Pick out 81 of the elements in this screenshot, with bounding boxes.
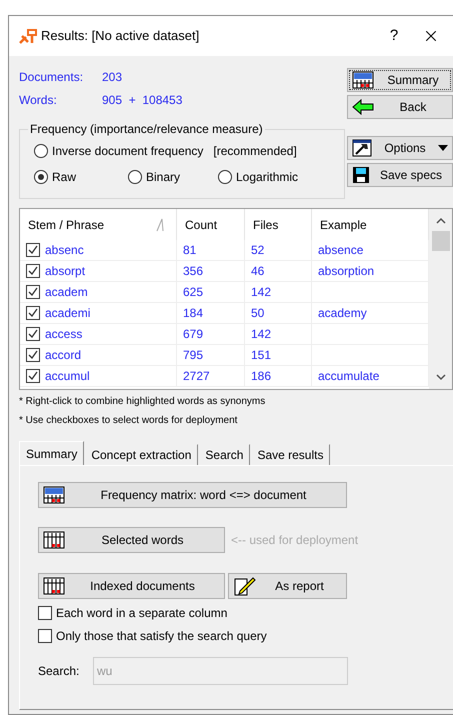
checkbox[interactable] [38,629,52,643]
table-cell-text: 142 [251,284,272,301]
scrollbar[interactable] [429,209,452,389]
left-arrow-icon [352,99,374,115]
radio-label: Raw [52,169,76,186]
column-header[interactable]: Count [177,209,245,240]
radio-button[interactable] [128,170,142,184]
radio-label: Binary [146,169,180,186]
stem-cell-text: absorpt [45,263,86,280]
checkbox[interactable] [26,243,40,257]
table-cell-text: 46 [251,263,264,280]
checkbox[interactable] [26,327,40,341]
recommended-note: [recommended] [213,143,297,160]
summary-grid-icon [352,71,374,89]
pencil-note-icon [233,576,257,596]
stat-value: 905 + 108453 [102,92,182,108]
table-cell-text: 151 [251,347,272,364]
summary-grid-icon [43,486,65,504]
stem-cell-text: academ [45,284,88,301]
table-cell-text: 625 [183,284,204,301]
column-header[interactable]: Files [245,209,312,240]
search-label: Search: [38,663,80,680]
table-cell-text: absorption [318,263,374,280]
sort-indicator-icon [156,218,164,232]
window-title: Results: [No active dataset] [41,27,200,46]
stem-cell-text: access [45,326,82,343]
scrollbar-thumb[interactable] [432,231,450,251]
radio-label: Logarithmic [236,169,298,186]
table-cell-text: 356 [183,263,204,280]
radio-button[interactable] [218,170,232,184]
dropdown-caret-icon [438,145,448,151]
radio-label: Inverse document frequency [52,143,204,160]
stat-value: 203 [102,68,122,86]
checkbox[interactable] [26,264,40,278]
back-button[interactable]: Back [347,95,453,119]
scroll-down-icon[interactable] [436,373,446,381]
table-cell-text: accumulate [318,368,380,385]
table-cell-text: 81 [183,242,196,259]
checkbox-label: Each word in a separate column [56,605,228,622]
deployment-hint: <-- used for deployment [231,532,358,549]
stat-label: Documents: [19,68,84,86]
grid-icon [43,577,65,595]
table-cell-text: 2727 [183,368,210,385]
stem-cell-text: academi [45,305,90,322]
table-cell-text: 679 [183,326,204,343]
summary-button[interactable]: Summary [347,68,453,92]
stem-cell-text: accumul [45,368,90,385]
column-header[interactable]: Example [312,209,429,240]
table-cell-text: 50 [251,305,264,322]
table-cell-text: 186 [251,368,272,385]
radio-button[interactable] [34,144,48,158]
checkbox[interactable] [26,306,40,320]
table-cell-text: 184 [183,305,204,322]
checkbox-label: Only those that satisfy the search query [56,628,267,645]
app-logo-icon [19,28,37,44]
checkbox[interactable] [26,348,40,362]
stem-cell-text: absenc [45,242,84,259]
scroll-up-icon[interactable] [436,217,446,225]
hint-text: * Use checkboxes to select words for deployment [19,414,238,428]
table-cell-text: 142 [251,326,272,343]
table-cell-text: 52 [251,242,264,259]
checkbox[interactable] [26,369,40,383]
tab[interactable]: Summary [19,441,84,465]
help-button[interactable]: ? [379,24,409,48]
frequency-matrix-button[interactable]: Frequency matrix: word <=> document [38,482,347,508]
grid-icon [43,531,65,549]
radio-button[interactable] [34,170,48,184]
checkbox[interactable] [26,285,40,299]
table-cell-text: academy [318,305,367,322]
column-header[interactable]: Stem / Phrase [20,209,177,240]
checkbox[interactable] [38,606,52,620]
selected-words-button[interactable]: Selected words [38,527,225,553]
stat-label: Words: [19,92,58,108]
options-button[interactable]: Options [347,136,453,160]
as-report-button[interactable]: As report [228,573,347,599]
table-cell-text: absence [318,242,364,259]
hint-text: * Right-click to combine highlighted words as synonyms [19,395,266,409]
save-button[interactable]: Save specs [347,163,453,187]
indexed-documents-button[interactable]: Indexed documents [38,573,225,599]
table-cell-text: 795 [183,347,204,364]
stem-cell-text: accord [45,347,82,364]
